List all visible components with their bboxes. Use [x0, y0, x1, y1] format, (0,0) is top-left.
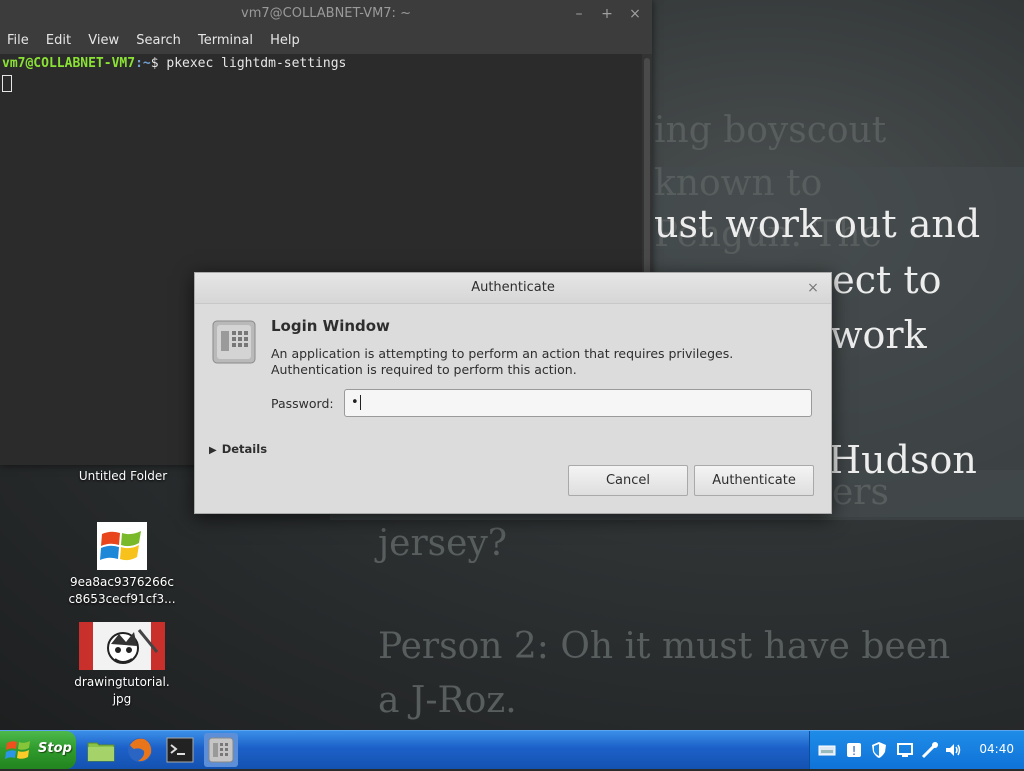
desktop-icon-image-file[interactable]: 9ea8ac9376266c c8653cecf91cf3...	[67, 522, 177, 608]
windows-logo-icon	[97, 522, 147, 570]
image-thumbnail-icon	[79, 622, 165, 670]
password-value: •	[351, 395, 359, 410]
terminal-command: pkexec lightdm-settings	[158, 56, 347, 71]
menu-view[interactable]: View	[88, 33, 119, 48]
taskbar: Stop ! 04:40	[0, 730, 1024, 769]
text-cursor	[359, 395, 361, 410]
start-button[interactable]: Stop	[0, 731, 76, 769]
start-label: Stop	[38, 741, 72, 756]
menu-terminal[interactable]: Terminal	[198, 33, 253, 48]
network-icon[interactable]	[921, 741, 939, 759]
maximize-icon[interactable]: +	[596, 0, 618, 28]
wallpaper-line: ing boyscout	[654, 110, 887, 151]
wallpaper-line: a J-Roz.	[378, 680, 517, 721]
display-icon[interactable]	[896, 741, 914, 759]
dialog-heading: Login Window	[271, 317, 390, 335]
wallpaper-line: Person 2: Oh it must have been	[378, 626, 951, 667]
wallpaper-line: work	[830, 313, 927, 357]
menu-search[interactable]: Search	[136, 33, 181, 48]
prompt-path: :~	[135, 56, 151, 71]
prompt-user: vm7@COLLABNET-VM7	[2, 56, 136, 71]
authenticate-dialog: Authenticate × Login Window An applicati…	[194, 272, 832, 514]
terminal-title: vm7@COLLABNET-VM7: ~	[241, 6, 411, 21]
dialog-message: An application is attempting to perform …	[271, 346, 734, 377]
update-manager-icon[interactable]: !	[845, 741, 863, 759]
lock-keypad-icon	[211, 319, 257, 365]
authenticate-task-icon[interactable]	[204, 733, 238, 767]
authenticate-button[interactable]: Authenticate	[694, 465, 814, 496]
file-manager-launcher[interactable]	[86, 735, 116, 765]
desktop-icon-label: Untitled Folder	[78, 469, 168, 483]
desktop-icon-label: 9ea8ac9376266c c8653cecf91cf3...	[68, 575, 176, 606]
shield-icon[interactable]	[870, 741, 888, 759]
wallpaper-line: ust work out and	[654, 202, 981, 246]
triangle-right-icon: ▶	[209, 445, 217, 456]
desktop-icon-drawingtutorial[interactable]: drawingtutorial. jpg	[67, 622, 177, 708]
details-label: Details	[221, 442, 268, 456]
wallpaper-line: jersey?	[378, 523, 508, 564]
wallpaper-line: known to	[654, 163, 823, 204]
svg-text:!: !	[852, 744, 857, 758]
desktop-icon-label: drawingtutorial. jpg	[74, 675, 170, 706]
minimize-icon[interactable]: –	[568, 0, 590, 28]
terminal-launcher[interactable]	[165, 735, 195, 765]
cancel-button[interactable]: Cancel	[568, 465, 688, 496]
dialog-title: Authenticate	[471, 280, 555, 295]
windows-logo-icon	[5, 736, 33, 764]
menu-help[interactable]: Help	[270, 33, 300, 48]
menu-file[interactable]: File	[7, 33, 29, 48]
prompt-symbol: $	[150, 56, 159, 71]
terminal-titlebar[interactable]: vm7@COLLABNET-VM7: ~ – + ×	[0, 0, 652, 28]
password-field[interactable]: •	[344, 389, 812, 417]
wallpaper-line: ers	[832, 472, 889, 513]
password-label: Password:	[271, 396, 334, 411]
close-icon[interactable]: ×	[805, 273, 821, 303]
clock[interactable]: 04:40	[979, 742, 1014, 756]
system-tray: ! 04:40	[809, 731, 1024, 769]
removable-drive-icon[interactable]	[818, 741, 836, 759]
details-expander[interactable]: ▶ Details	[209, 442, 267, 456]
close-icon[interactable]: ×	[624, 0, 646, 28]
dialog-titlebar[interactable]: Authenticate ×	[195, 273, 831, 304]
text-cursor	[2, 75, 12, 92]
firefox-launcher[interactable]	[125, 735, 155, 765]
terminal-line: vm7@COLLABNET-VM7:~$ pkexec lightdm-sett…	[2, 56, 640, 71]
terminal-menubar: File Edit View Search Terminal Help	[0, 28, 652, 54]
volume-icon[interactable]	[944, 741, 962, 759]
menu-edit[interactable]: Edit	[46, 33, 71, 48]
terminal-line	[2, 71, 640, 92]
